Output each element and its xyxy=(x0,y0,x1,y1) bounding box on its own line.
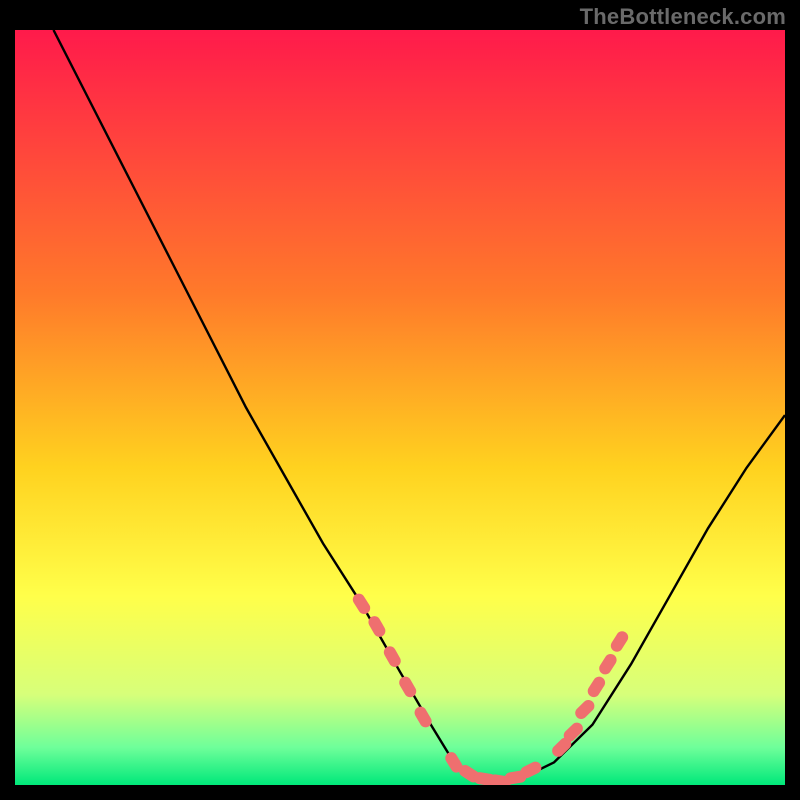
watermark-text: TheBottleneck.com xyxy=(580,4,786,30)
bottleneck-chart xyxy=(15,30,785,785)
chart-frame xyxy=(15,30,785,785)
